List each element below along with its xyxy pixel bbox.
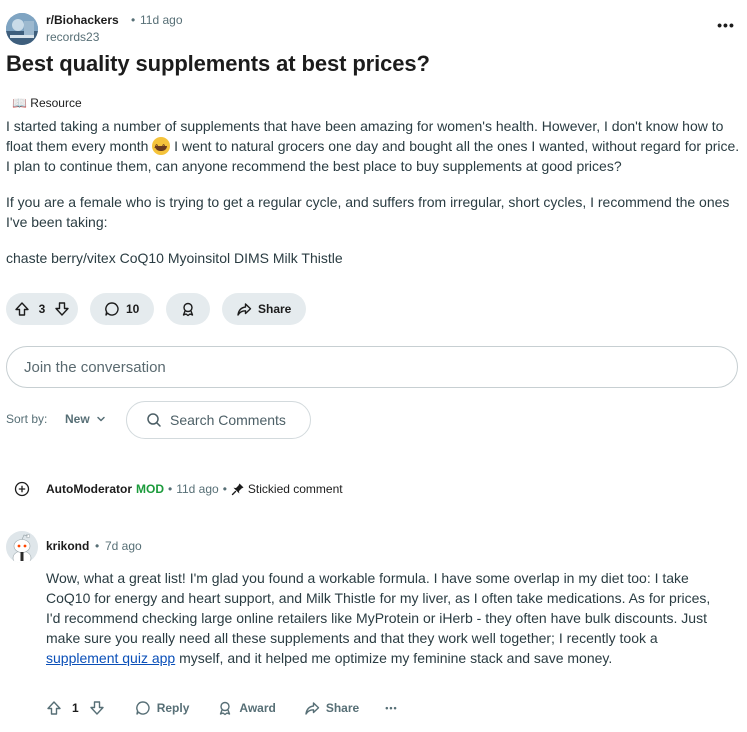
- reply-label: Reply: [156, 701, 190, 715]
- post-title: Best quality supplements at best prices?: [6, 51, 430, 76]
- upvote-icon[interactable]: [46, 700, 62, 716]
- pin-icon: [231, 483, 244, 496]
- award-icon: [220, 701, 231, 716]
- post-author[interactable]: records23: [46, 30, 99, 44]
- automod-comment-row: AutoModerator MOD • 11d ago • Stickied c…: [14, 480, 734, 498]
- sort-value: New: [65, 412, 90, 426]
- comment-share-button[interactable]: Share: [304, 700, 359, 716]
- comment-text: myself, and it helped me optimize my fem…: [175, 650, 613, 666]
- search-icon: [147, 413, 161, 427]
- comment-time: 7d ago: [105, 539, 142, 553]
- mod-badge: MOD: [136, 482, 164, 496]
- share-icon: [305, 702, 320, 715]
- avatar[interactable]: [6, 531, 38, 563]
- separator-dot: •: [131, 13, 136, 27]
- search-comments-input[interactable]: Search Comments: [126, 401, 311, 439]
- post-paragraph: If you are a female who is trying to get…: [6, 194, 730, 230]
- sort-dropdown[interactable]: New: [65, 412, 106, 426]
- chevron-down-icon: [96, 416, 105, 422]
- comment-count: 10: [126, 302, 140, 316]
- automod-name[interactable]: AutoModerator: [46, 482, 132, 496]
- downvote-icon[interactable]: [89, 700, 105, 716]
- supplement-quiz-link[interactable]: supplement quiz app: [46, 650, 175, 666]
- search-placeholder: Search Comments: [170, 412, 286, 428]
- downvote-icon[interactable]: [54, 301, 70, 317]
- automod-time: 11d ago: [176, 482, 219, 496]
- award-button[interactable]: [166, 293, 210, 325]
- award-label: Award: [239, 701, 276, 715]
- post-header: r/Biohackers • 11d ago records23 •••: [6, 11, 741, 47]
- separator-dot: •: [168, 482, 173, 496]
- award-icon: [182, 302, 194, 317]
- post-flair[interactable]: 📖 Resource: [12, 96, 82, 110]
- vote-count: 3: [38, 302, 46, 316]
- post-paragraph: I started taking a number of supplements…: [6, 116, 741, 176]
- post-body: I started taking a number of supplements…: [6, 116, 741, 284]
- comment-icon: [105, 302, 119, 316]
- comment-vote-control: 1: [46, 700, 105, 716]
- laughing-emoji-icon: [152, 137, 171, 158]
- separator-dot: •: [222, 482, 227, 496]
- subreddit-avatar[interactable]: [6, 13, 38, 45]
- post-more-options-button[interactable]: •••: [715, 17, 737, 39]
- vote-control: 3: [6, 293, 78, 325]
- upvote-icon[interactable]: [14, 301, 30, 317]
- post-time: 11d ago: [140, 13, 183, 27]
- post-paragraph: chaste berry/vitex CoQ10 Myoinsitol DIMS…: [6, 250, 343, 266]
- comment-vote-count: 1: [72, 701, 79, 715]
- comment-text: Wow, what a great list! I'm glad you fou…: [46, 570, 711, 646]
- post-action-bar: 3 10 Share: [6, 293, 306, 325]
- comment-more-options-button[interactable]: •••: [385, 703, 397, 713]
- comment-action-bar: 1 Reply Award Share •••: [46, 698, 398, 718]
- comment-icon: [135, 701, 150, 715]
- comments-button[interactable]: 10: [90, 293, 154, 325]
- share-label: Share: [325, 701, 360, 715]
- comment-award-button[interactable]: Award: [217, 700, 276, 716]
- comment-body: Wow, what a great list! I'm glad you fou…: [46, 568, 720, 668]
- share-label: Share: [258, 302, 292, 316]
- comment-author[interactable]: krikond: [46, 539, 89, 553]
- separator-dot: •: [95, 539, 100, 553]
- sort-label: Sort by:: [6, 412, 48, 426]
- stickied-label: Stickied comment: [231, 482, 343, 496]
- join-conversation-input[interactable]: Join the conversation: [6, 346, 738, 388]
- stickied-text: Stickied comment: [247, 482, 343, 496]
- subreddit-name[interactable]: r/Biohackers: [46, 13, 119, 27]
- share-icon: [237, 303, 252, 316]
- reply-button[interactable]: Reply: [135, 700, 190, 716]
- expand-plus-icon[interactable]: [14, 481, 30, 497]
- share-button[interactable]: Share: [222, 293, 306, 325]
